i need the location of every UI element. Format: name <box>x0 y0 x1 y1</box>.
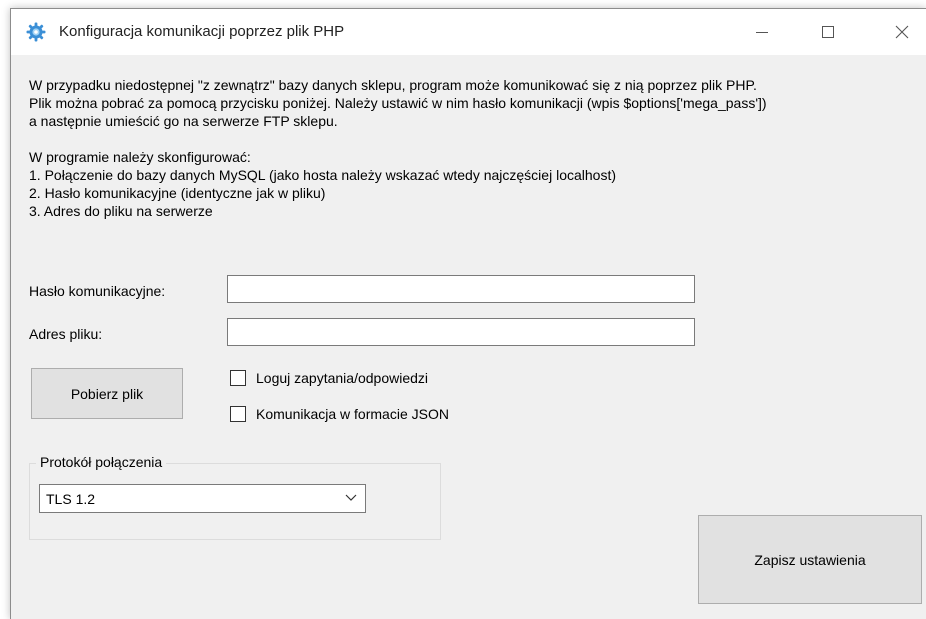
address-input[interactable] <box>227 318 695 346</box>
title-bar[interactable]: Konfiguracja komunikacji poprzez plik PH… <box>11 9 926 55</box>
protocol-selected-value: TLS 1.2 <box>46 490 96 507</box>
info-line: Plik można pobrać za pomocą przycisku po… <box>29 95 767 111</box>
maximize-button[interactable] <box>805 9 851 55</box>
log-requests-checkbox[interactable] <box>230 370 246 386</box>
info-line: W programie należy skonfigurować: <box>29 149 251 165</box>
minimize-icon <box>756 31 768 33</box>
json-format-checkbox-row[interactable]: Komunikacja w formacie JSON <box>230 406 449 422</box>
password-input[interactable] <box>227 275 695 303</box>
window-title: Konfiguracja komunikacji poprzez plik PH… <box>59 23 345 40</box>
gear-icon <box>26 22 46 42</box>
info-line: 2. Hasło komunikacyjne (identyczne jak w… <box>29 185 326 201</box>
download-file-button[interactable]: Pobierz plik <box>31 368 183 419</box>
save-settings-button[interactable]: Zapisz ustawienia <box>698 515 922 604</box>
maximize-icon <box>822 26 834 38</box>
log-requests-checkbox-row[interactable]: Loguj zapytania/odpowiedzi <box>230 370 428 386</box>
info-line: a następnie umieścić go na serwerze FTP … <box>29 113 338 129</box>
download-button-label: Pobierz plik <box>70 385 144 402</box>
log-requests-label: Loguj zapytania/odpowiedzi <box>256 370 429 386</box>
protocol-group-title: Protokół połączenia <box>36 454 167 470</box>
info-text: W przypadku niedostępnej "z zewnątrz" ba… <box>29 76 926 220</box>
info-line: 1. Połączenie do bazy danych MySQL (jako… <box>29 167 616 183</box>
info-line: W przypadku niedostępnej "z zewnątrz" ba… <box>29 77 757 93</box>
close-button[interactable] <box>879 9 925 55</box>
json-format-label: Komunikacja w formacie JSON <box>256 406 449 422</box>
save-button-label: Zapisz ustawienia <box>754 551 866 568</box>
json-format-checkbox[interactable] <box>230 406 246 422</box>
dialog-window: Konfiguracja komunikacji poprzez plik PH… <box>10 8 926 619</box>
password-label: Hasło komunikacyjne: <box>29 283 166 299</box>
close-icon <box>895 25 909 39</box>
info-line <box>29 130 926 148</box>
info-line: 3. Adres do pliku na serwerze <box>29 203 213 219</box>
chevron-down-icon <box>345 494 357 501</box>
protocol-select[interactable]: TLS 1.2 <box>39 484 366 513</box>
protocol-groupbox: Protokół połączenia TLS 1.2 <box>29 454 441 540</box>
minimize-button[interactable] <box>739 9 785 55</box>
address-label: Adres pliku: <box>29 326 103 342</box>
